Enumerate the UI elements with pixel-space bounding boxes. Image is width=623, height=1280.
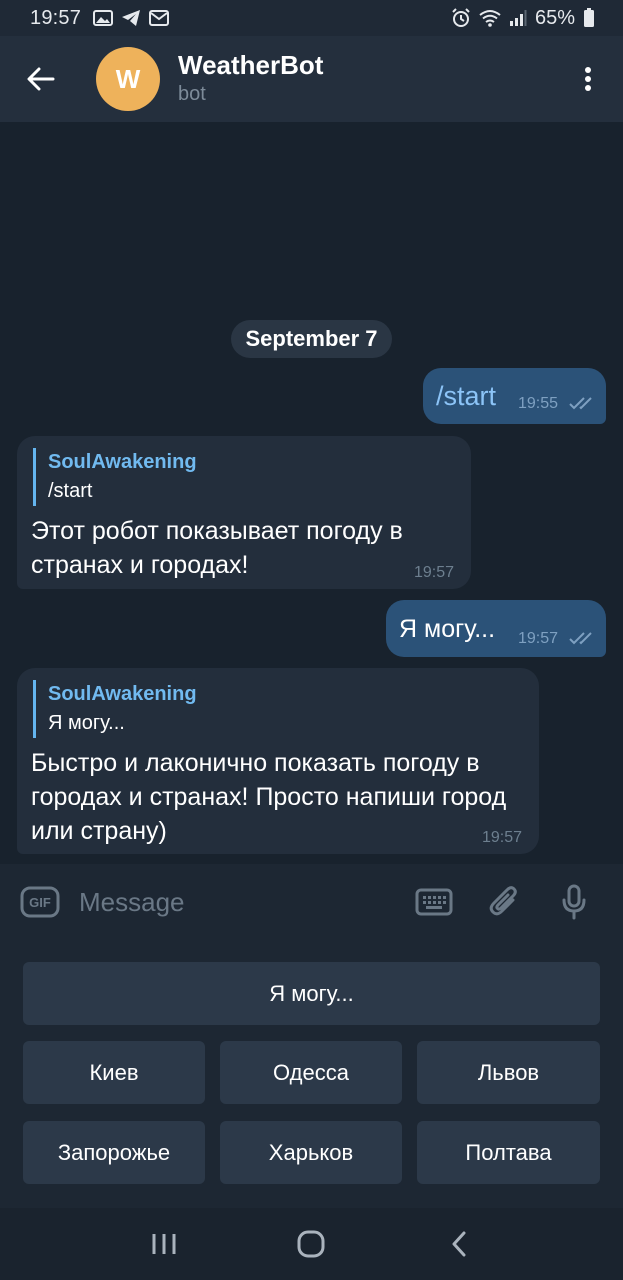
chat-subtitle: bot: [178, 83, 206, 105]
chat-title-block[interactable]: WeatherBot bot: [178, 50, 323, 108]
reply-author: SoulAwakening: [48, 451, 197, 473]
incoming-message[interactable]: SoulAwakening /start Этот робот показыва…: [17, 436, 471, 589]
message-text: /start: [436, 381, 497, 411]
input-actions: [399, 864, 609, 940]
keyboard-button[interactable]: Харьков: [220, 1121, 402, 1184]
mail-icon: [149, 10, 170, 26]
more-options-button[interactable]: [553, 36, 623, 122]
signal-icon: [509, 9, 527, 27]
status-time: 19:57: [30, 6, 82, 29]
message-time: 19:57: [414, 564, 455, 581]
microphone-icon: [562, 884, 586, 920]
keyboard-button[interactable]: Полтава: [417, 1121, 600, 1184]
read-checkmarks-icon: [569, 632, 592, 645]
read-checkmarks-icon: [569, 397, 592, 410]
alarm-icon: [451, 8, 471, 28]
telegram-icon: [121, 9, 141, 27]
message-text: Быстро и лаконично показать погоду в гор…: [31, 749, 507, 845]
system-navigation-bar: [0, 1208, 623, 1280]
chat-title: WeatherBot: [178, 50, 324, 80]
recent-apps-button[interactable]: [124, 1208, 204, 1280]
system-back-button[interactable]: [419, 1208, 499, 1280]
keyboard-button[interactable]: Одесса: [220, 1041, 402, 1104]
outgoing-message[interactable]: /start 19:55: [423, 368, 606, 424]
reply-author: SoulAwakening: [48, 683, 197, 705]
keyboard-icon: [415, 888, 453, 916]
message-input[interactable]: [79, 886, 399, 918]
notification-icons: [93, 9, 170, 27]
reply-text: /start: [48, 480, 93, 502]
message-list[interactable]: September 7 /start 19:55 SoulAwakening /…: [0, 122, 623, 864]
paperclip-icon: [489, 886, 517, 916]
gif-icon: GIF: [20, 886, 59, 918]
reply-preview[interactable]: SoulAwakening /start: [33, 448, 197, 506]
incoming-message[interactable]: SoulAwakening Я могу... Быстро и лаконич…: [17, 668, 539, 854]
home-icon: [297, 1230, 325, 1258]
keyboard-button[interactable]: Львов: [417, 1041, 600, 1104]
keyboard-button[interactable]: Киев: [23, 1041, 205, 1104]
svg-text:GIF: GIF: [29, 895, 51, 910]
attach-button[interactable]: [469, 864, 539, 940]
message-text: Я могу...: [399, 615, 496, 643]
reply-preview[interactable]: SoulAwakening Я могу...: [33, 680, 197, 738]
home-button[interactable]: [271, 1208, 351, 1280]
battery-icon: [583, 8, 595, 28]
message-text: Этот робот показывает погоду в странах и…: [31, 517, 403, 579]
outgoing-message[interactable]: Я могу... 19:57: [386, 600, 606, 657]
recent-apps-icon: [152, 1234, 176, 1254]
bot-reply-keyboard: Я могу... Киев Одесса Львов Запорожье Ха…: [0, 940, 623, 1208]
back-chevron-icon: [452, 1231, 466, 1257]
message-time: 19:55: [518, 395, 559, 412]
bot-keyboard-button[interactable]: [399, 864, 469, 940]
more-vertical-icon: [585, 67, 591, 91]
system-icons: 65%: [451, 7, 595, 30]
gif-button[interactable]: GIF: [0, 864, 79, 940]
voice-record-button[interactable]: [539, 864, 609, 940]
date-separator: September 7: [231, 320, 392, 358]
chat-header: W WeatherBot bot: [0, 36, 623, 122]
message-time: 19:57: [518, 630, 559, 647]
keyboard-button[interactable]: Я могу...: [23, 962, 600, 1025]
wifi-icon: [479, 9, 501, 27]
reply-text: Я могу...: [48, 712, 125, 734]
message-time: 19:57: [482, 829, 523, 846]
back-arrow-icon: [27, 67, 55, 91]
keyboard-button[interactable]: Запорожье: [23, 1121, 205, 1184]
gallery-icon: [93, 9, 114, 27]
avatar[interactable]: W: [96, 47, 160, 111]
message-input-bar: GIF: [0, 864, 623, 940]
back-button[interactable]: [0, 36, 82, 122]
status-bar: 19:57 65%: [0, 0, 623, 36]
battery-percent: 65%: [534, 6, 575, 29]
